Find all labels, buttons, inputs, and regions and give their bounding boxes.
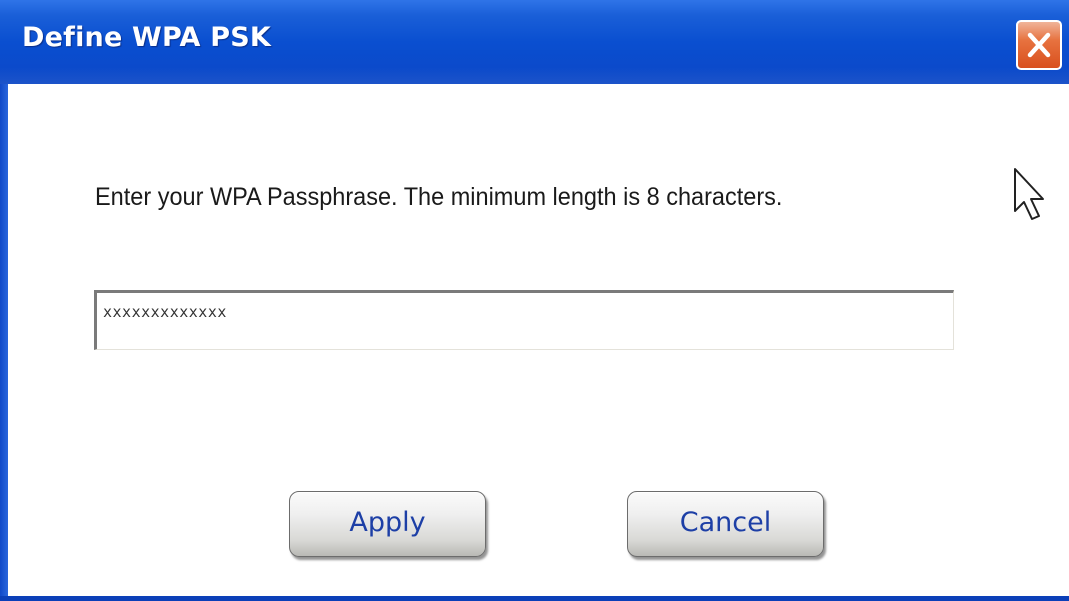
- passphrase-input[interactable]: xxxxxxxxxxxxx: [94, 290, 954, 350]
- apply-button[interactable]: Apply: [289, 491, 486, 557]
- close-icon: [1027, 32, 1051, 58]
- cancel-button[interactable]: Cancel: [627, 491, 824, 557]
- window-bottom-border: [0, 596, 1069, 601]
- window-left-border: [0, 84, 8, 601]
- mouse-pointer-icon: [1014, 168, 1044, 220]
- passphrase-prompt: Enter your WPA Passphrase. The minimum l…: [95, 183, 783, 211]
- dialog-window: Define WPA PSK Enter your WPA Passphrase…: [0, 0, 1069, 601]
- window-title: Define WPA PSK: [22, 22, 272, 53]
- title-bar[interactable]: Define WPA PSK: [0, 0, 1069, 84]
- close-button[interactable]: [1016, 20, 1062, 70]
